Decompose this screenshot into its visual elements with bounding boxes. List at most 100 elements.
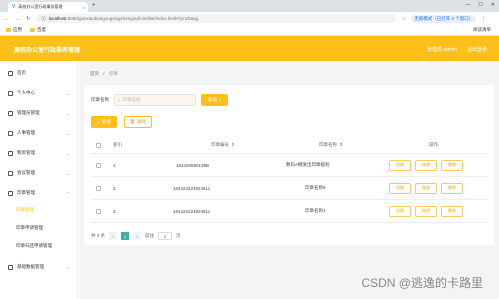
- bookmarks-bar: 应用 百度 阅读清单: [0, 25, 499, 36]
- col-index[interactable]: 索引: [113, 137, 122, 153]
- add-button[interactable]: + 新增: [91, 116, 117, 128]
- star-icon[interactable]: ☆: [402, 16, 406, 22]
- row-checkbox[interactable]: [96, 208, 101, 214]
- sidebar-item-admin[interactable]: 管理员管理 ⌄: [0, 103, 78, 123]
- sidebar-item-home[interactable]: 首页: [0, 63, 78, 83]
- search-icon: ⌕: [118, 97, 121, 103]
- row-name: 数码A棚发出印章级别: [286, 162, 330, 167]
- user-icon: [8, 90, 13, 96]
- breadcrumb-separator: /: [103, 71, 105, 76]
- seal-icon: [8, 190, 13, 196]
- chevron-down-icon: ⌄: [66, 130, 70, 136]
- search-placeholder: 印章名称: [122, 97, 141, 102]
- plus-icon: +: [97, 119, 100, 125]
- minimize-icon[interactable]: —: [465, 2, 470, 8]
- edit-button[interactable]: 修改: [415, 159, 437, 171]
- watermark: CSDN @逃逸的卡路里: [361, 276, 483, 290]
- col-name[interactable]: 印章名称 ⇕: [319, 137, 343, 153]
- close-window-icon[interactable]: ✕: [491, 2, 495, 8]
- box-icon: [8, 150, 13, 156]
- row-delete-button[interactable]: 删除: [441, 182, 463, 194]
- row-name: 印章名称9: [305, 185, 326, 190]
- meeting-icon: [8, 170, 13, 176]
- logout-link[interactable]: 退出登录: [467, 46, 487, 53]
- bookmark-baidu[interactable]: 百度: [30, 27, 46, 33]
- header-user-area: 管理员 admin 退出登录: [427, 46, 487, 53]
- breadcrumb-home[interactable]: 首页: [90, 71, 99, 76]
- sidebar-item-profile[interactable]: 个人中心 ⌄: [0, 83, 78, 103]
- trash-icon: 🗑: [129, 119, 136, 124]
- select-all-checkbox[interactable]: [96, 142, 101, 148]
- next-page-button[interactable]: >: [133, 232, 142, 240]
- table-header: 索引 印章编号 ⇕ 印章名称 ⇕ 操作: [91, 137, 489, 154]
- detail-button[interactable]: 详情: [389, 159, 411, 171]
- table-row: 3 164424224924611 印章名称1 详情 修改 删除: [91, 200, 489, 223]
- row-code: 164424224924611: [173, 185, 211, 191]
- chevron-up-icon: ⌃: [66, 190, 70, 196]
- bookmark-apps[interactable]: 应用: [6, 27, 22, 33]
- detail-button[interactable]: 详情: [389, 205, 411, 217]
- col-actions: 操作: [429, 142, 438, 147]
- pagination: 共 3 条 < 1 > 前往 1 页: [91, 232, 181, 240]
- browser-tab[interactable]: V 高校办公室行政事务管理 ×: [8, 2, 88, 12]
- chevron-down-icon: ⌄: [66, 264, 70, 270]
- reload-icon[interactable]: ↻: [26, 16, 30, 22]
- chevron-down-icon: ⌄: [66, 170, 70, 176]
- detail-button[interactable]: 详情: [389, 182, 411, 194]
- sidebar-item-meetings[interactable]: 会议管理 ⌄: [0, 163, 78, 183]
- row-checkbox[interactable]: [96, 185, 101, 191]
- page-unit: 页: [176, 233, 181, 238]
- sidebar-item-hr[interactable]: 人事管理 ⌄: [0, 123, 78, 143]
- row-code: 164420680139B: [176, 162, 210, 168]
- incognito-profile[interactable]: 无痕模式（已打开 2 个窗口）: [411, 14, 477, 23]
- sidebar-subitem-seal-requests[interactable]: 印章申请管理: [16, 225, 43, 231]
- vue-logo-icon: V: [12, 4, 16, 10]
- col-code[interactable]: 印章编号 ⇕: [211, 137, 235, 153]
- browser-tab-title: 高校办公室行政事务管理: [18, 4, 63, 9]
- row-delete-button[interactable]: 删除: [441, 205, 463, 217]
- sidebar-item-materials[interactable]: 物资管理 ⌄: [0, 143, 78, 163]
- new-tab-icon[interactable]: +: [92, 3, 96, 9]
- row-index: 2: [113, 185, 116, 191]
- sidebar-subitem-seal-returns[interactable]: 印章归还申请管理: [16, 243, 52, 249]
- table-row: 2 164424224924611 印章名称9 详情 修改 删除: [91, 177, 489, 200]
- row-checkbox[interactable]: [96, 162, 101, 168]
- total-count: 共 3 条: [91, 233, 106, 238]
- maximize-icon[interactable]: ☐: [478, 2, 482, 8]
- row-index: 1: [113, 162, 116, 168]
- people-icon: [8, 130, 13, 136]
- breadcrumb-current: 印章: [108, 71, 118, 76]
- folder-icon: [30, 27, 35, 32]
- close-tab-icon[interactable]: ×: [83, 5, 85, 10]
- chevron-down-icon: ⌄: [66, 110, 70, 116]
- edit-button[interactable]: 修改: [415, 182, 437, 194]
- search-label: 印章名称: [91, 97, 109, 102]
- prev-page-button[interactable]: <: [109, 232, 118, 240]
- goto-page-input[interactable]: 1: [158, 232, 173, 240]
- breadcrumb: 首页 / 印章: [90, 71, 118, 77]
- address-bar[interactable]: ⓘ localhost:8080/gaoxiaobangongxingzheng…: [36, 14, 397, 23]
- chevron-down-icon: ⌄: [66, 150, 70, 156]
- reading-list[interactable]: 阅读清单: [473, 27, 491, 33]
- search-input[interactable]: ⌕ 印章名称: [114, 94, 196, 106]
- database-icon: [8, 264, 13, 270]
- info-icon: ⓘ: [41, 15, 46, 21]
- menu-icon[interactable]: ⋮: [481, 16, 486, 22]
- edit-button[interactable]: 修改: [415, 205, 437, 217]
- url-host: localhost: [48, 16, 67, 21]
- current-user: 管理员 admin: [426, 47, 457, 53]
- admin-icon: [8, 110, 13, 116]
- sidebar-subitem-seal-management[interactable]: 印章管理: [16, 207, 34, 213]
- address-bar-row: ← → ↻ ⓘ localhost:8080/gaoxiaobangongxin…: [0, 12, 499, 25]
- back-icon[interactable]: ←: [4, 16, 9, 22]
- search-button[interactable]: 查询 ⌕: [201, 94, 228, 106]
- chevron-down-icon: ⌄: [66, 90, 70, 96]
- forward-icon[interactable]: →: [15, 16, 20, 22]
- sidebar-item-basic-data[interactable]: 基础数据管理 ⌄: [0, 257, 78, 277]
- sidebar-item-seals[interactable]: 印章管理 ⌃: [0, 183, 78, 203]
- row-delete-button[interactable]: 删除: [441, 159, 463, 171]
- sidebar: 首页 个人中心 ⌄ 管理员管理 ⌄ 人事管理 ⌄ 物资管理 ⌄ 会议管理 ⌄ 印…: [0, 61, 78, 299]
- row-code: 164424224924611: [173, 208, 211, 214]
- page-1-button[interactable]: 1: [121, 232, 130, 240]
- delete-button[interactable]: 🗑 删除: [124, 116, 152, 128]
